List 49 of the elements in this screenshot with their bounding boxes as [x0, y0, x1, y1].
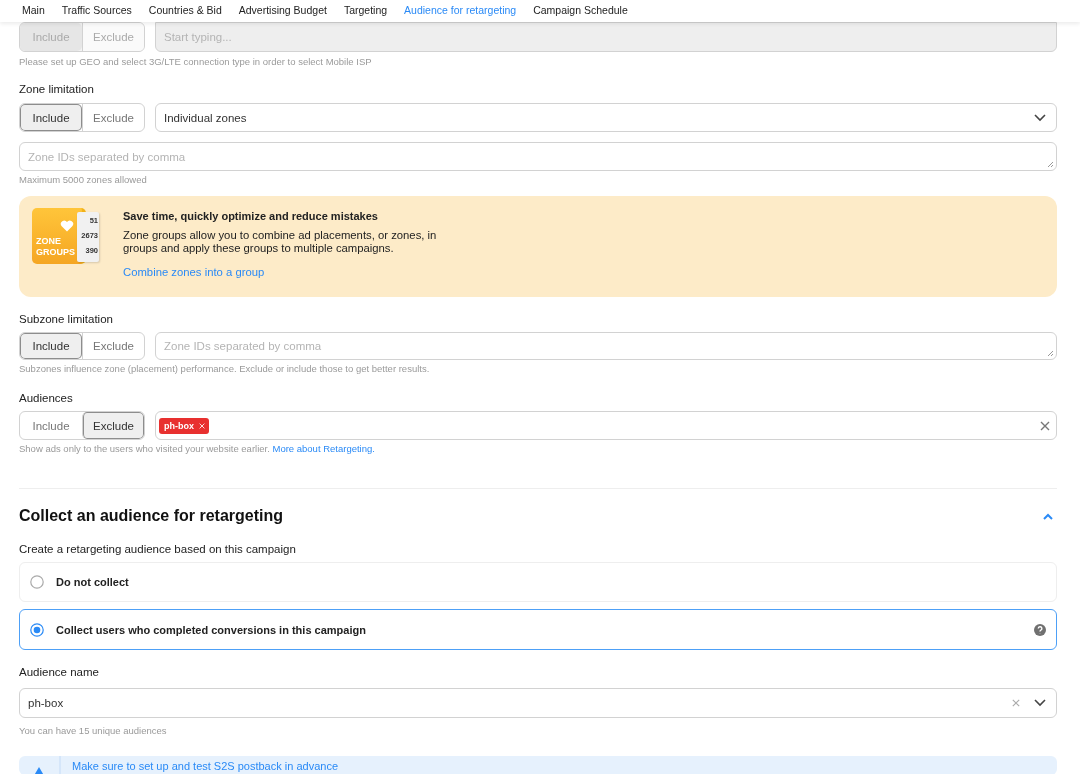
field-label: Audiences — [19, 391, 74, 405]
hint-text: Subzones influence zone (placement) performance. Exclude or include those to get better results. — [19, 363, 431, 375]
tab[interactable]: Traffic Sources — [52, 0, 140, 22]
promo-text: Zone groups allow you to combine ad placements, or zones, in groups and apply these groups to multiple campaigns. — [123, 229, 438, 255]
tab[interactable]: Main — [13, 0, 53, 22]
toggle-option[interactable]: Include — [20, 333, 82, 359]
tab[interactable]: Campaign Schedule — [524, 0, 636, 22]
radio-option[interactable]: Do not collect — [19, 562, 1057, 602]
section-subtitle: Create a retargeting audience based on this campaign — [19, 542, 297, 556]
alert-text: Make sure to set up and test S2S postback in advance — [71, 759, 338, 773]
clear-icon[interactable] — [1040, 420, 1050, 431]
field-label: Zone limitation — [19, 82, 95, 96]
toggle-option[interactable]: Include — [20, 104, 82, 131]
toggle-option[interactable]: Exclude — [82, 333, 144, 359]
hint-text: Maximum 5000 zones allowed — [19, 174, 148, 186]
field-label: Audience name — [19, 665, 100, 679]
chevron-up-icon[interactable] — [1042, 512, 1054, 520]
help-icon[interactable] — [1034, 623, 1046, 636]
radio-option[interactable]: Collect users who completed conversions in this campaign — [19, 609, 1057, 650]
hint-text: Show ads only to the users who visited your website earlier. More about Retargeting. — [19, 443, 376, 455]
tab[interactable]: Targeting — [334, 0, 396, 22]
hint-text: Please set up GEO and select 3G/LTE connection type in order to select Mobile ISP — [19, 56, 373, 68]
chevron-down-icon[interactable] — [1034, 699, 1046, 707]
audience-tag[interactable]: ph-box — [159, 417, 209, 434]
warning-icon — [32, 767, 46, 774]
logo-text: GROUPS — [36, 247, 75, 258]
resize-grip-icon — [1047, 161, 1054, 168]
toggle-option[interactable]: Exclude — [82, 412, 144, 439]
tab[interactable]: Audience for retargeting — [395, 0, 525, 22]
audience-name-select[interactable]: ph-box — [19, 688, 1057, 718]
tab[interactable]: Advertising Budget — [229, 0, 335, 22]
clear-icon[interactable] — [1012, 699, 1020, 707]
remove-icon[interactable] — [199, 422, 205, 429]
field-label: Subzone limitation — [19, 312, 114, 326]
toggle-option[interactable]: Exclude — [82, 104, 144, 131]
resize-grip-icon — [1047, 350, 1054, 357]
promo-title: Save time, quickly optimize and reduce mistakes — [123, 210, 379, 222]
logo-text: ZONE — [36, 236, 61, 247]
radio-button[interactable] — [30, 622, 44, 637]
section-title: Collect an audience for retargeting — [19, 507, 284, 525]
heart-icon — [60, 220, 74, 232]
toggle-option[interactable]: Include — [20, 412, 82, 439]
audience-field[interactable]: ph-box — [155, 411, 1057, 440]
zone-type-select[interactable]: Individual zones — [155, 103, 1057, 132]
retargeting-link[interactable]: More about Retargeting. — [272, 443, 375, 454]
tab[interactable]: Countries & Bid — [139, 0, 230, 22]
radio-button[interactable] — [30, 575, 44, 589]
chevron-down-icon[interactable] — [1034, 113, 1046, 122]
hint-text: You can have 15 unique audiences — [19, 725, 168, 737]
